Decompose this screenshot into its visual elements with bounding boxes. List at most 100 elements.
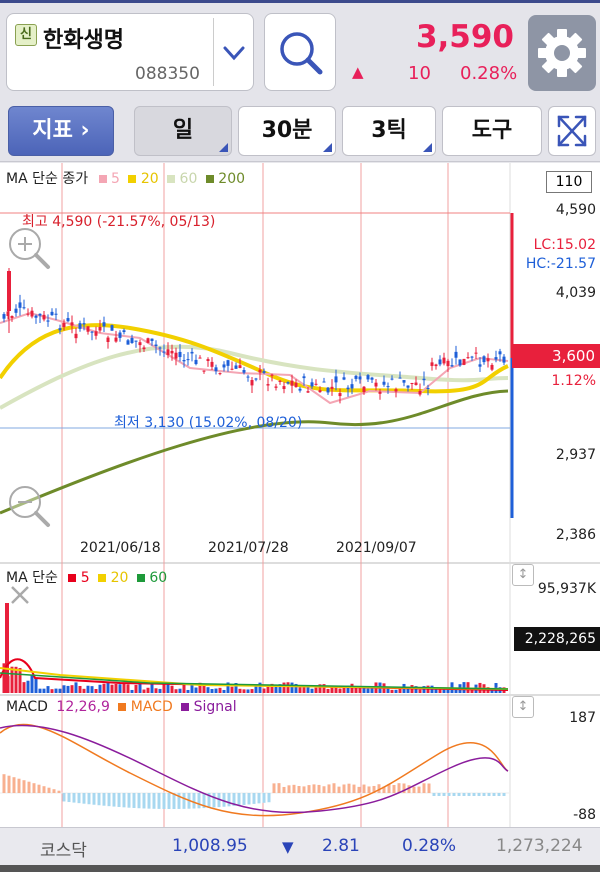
volume-bar	[158, 688, 162, 693]
ma200-swatch	[205, 175, 214, 183]
market-change-pct: 0.28%	[402, 836, 457, 856]
candle-body	[442, 357, 446, 364]
market-change: 2.81	[322, 836, 360, 856]
macd-histogram-bar	[37, 784, 41, 793]
period-30min-button[interactable]: 30분	[238, 106, 336, 156]
macd-histogram-bar	[327, 784, 331, 793]
volume-bar	[118, 684, 122, 693]
candle-body	[94, 331, 98, 336]
zoom-out-button[interactable]	[4, 481, 54, 531]
volume-bar	[418, 689, 422, 693]
volume-bar	[298, 687, 302, 693]
volume-resize-handle[interactable]: ↕	[512, 564, 534, 586]
candle-body	[418, 390, 422, 395]
stock-dropdown-button[interactable]	[213, 18, 253, 86]
ma20-swatch	[128, 175, 137, 183]
market-index-bar[interactable]: 코스닥 1,008.95 ▼ 2.81 0.28% 1,273,224	[0, 827, 600, 865]
macd-histogram-bar	[442, 793, 446, 796]
volume-bar	[262, 688, 266, 693]
candle-body	[426, 387, 430, 389]
zoom-out-icon	[9, 486, 50, 527]
macd-histogram-bar	[112, 793, 116, 807]
candle-body	[86, 326, 90, 332]
candle-body	[498, 351, 502, 355]
stock-selector[interactable]: 신 한화생명 088350	[6, 13, 254, 91]
volume-bar	[230, 686, 234, 693]
macd-histogram-bar	[457, 793, 461, 796]
candle-body	[182, 360, 186, 362]
candle-body	[258, 369, 262, 373]
zoom-in-button[interactable]	[4, 223, 54, 273]
candle-body	[330, 386, 334, 389]
candle-body	[146, 338, 150, 343]
volume-bar	[110, 684, 114, 693]
vol-ma60-label: 60	[149, 570, 168, 586]
chart-canvas[interactable]	[0, 163, 600, 827]
macd-histogram-bar	[92, 793, 96, 805]
volume-bar	[38, 688, 42, 693]
dropdown-corner-icon	[423, 143, 432, 152]
expand-button[interactable]	[548, 106, 596, 156]
indicator-button[interactable]: 지표 ›	[8, 106, 114, 156]
macd-histogram-bar	[197, 793, 201, 809]
price-change: 10	[408, 63, 431, 84]
ma60-swatch	[167, 175, 176, 183]
volume-bar	[70, 685, 74, 693]
ma5-label: 5	[110, 171, 120, 187]
chart-area[interactable]: MA 단순 종가 5 20 60 200 110 4,590 LC:15.02 …	[0, 163, 600, 827]
volume-bar	[46, 686, 50, 693]
volume-bar	[94, 689, 98, 693]
macd-histogram-bar	[337, 786, 341, 793]
candle-body	[238, 365, 242, 368]
candle-body	[286, 382, 290, 384]
candle-body	[374, 382, 378, 387]
candle-body	[14, 308, 18, 313]
volume-bar	[250, 689, 254, 693]
macd-histogram-bar	[257, 793, 261, 804]
volume-bar	[214, 688, 218, 693]
macd-histogram-bar	[432, 793, 436, 796]
vol-ma5-label: 5	[80, 570, 90, 586]
candle-body	[166, 349, 170, 355]
macd-histogram-bar	[142, 793, 146, 809]
candle-body	[302, 376, 306, 379]
candle-body	[494, 357, 498, 360]
candle-body	[294, 382, 298, 388]
macd-histogram-bar	[462, 793, 466, 796]
settings-button[interactable]	[528, 15, 596, 91]
current-pct: 1.12%	[551, 373, 596, 389]
macd-histogram-bar	[492, 793, 496, 796]
macd-histogram-bar	[102, 793, 106, 806]
low-annotation: 최저 3,130 (15.02%, 08/20)	[114, 415, 303, 431]
macd-resize-handle[interactable]: ↕	[512, 696, 534, 718]
search-button[interactable]	[264, 13, 336, 91]
close-volume-button[interactable]	[6, 581, 34, 609]
volume-bar	[314, 687, 318, 693]
candle-body	[158, 347, 162, 349]
macd-axis-bottom: -88	[573, 807, 596, 823]
period-3tick-button[interactable]: 3틱	[342, 106, 436, 156]
macd-histogram-bar	[222, 793, 226, 807]
candle-body	[338, 393, 342, 397]
period-day-button[interactable]: 일	[134, 106, 232, 156]
candle-body	[234, 365, 238, 369]
up-arrow-icon: ▲	[352, 63, 364, 81]
macd-histogram-bar	[237, 793, 241, 806]
volume-bar	[302, 687, 306, 693]
candle-body	[278, 380, 282, 382]
macd-swatch	[118, 703, 127, 711]
candle-body	[122, 330, 126, 333]
count-box[interactable]: 110	[546, 171, 592, 193]
candle-body	[490, 364, 494, 370]
candle-body	[106, 337, 110, 343]
candle-body	[154, 344, 158, 347]
macd-histogram-bar	[47, 787, 51, 793]
candle-body	[390, 378, 394, 380]
volume-bar	[102, 683, 106, 693]
volume-bar	[90, 686, 94, 693]
candle-body	[462, 358, 466, 365]
market-volume: 1,273,224	[496, 836, 583, 856]
volume-bar	[166, 683, 170, 693]
candle-body	[78, 323, 82, 329]
tools-button[interactable]: 도구	[442, 106, 542, 156]
